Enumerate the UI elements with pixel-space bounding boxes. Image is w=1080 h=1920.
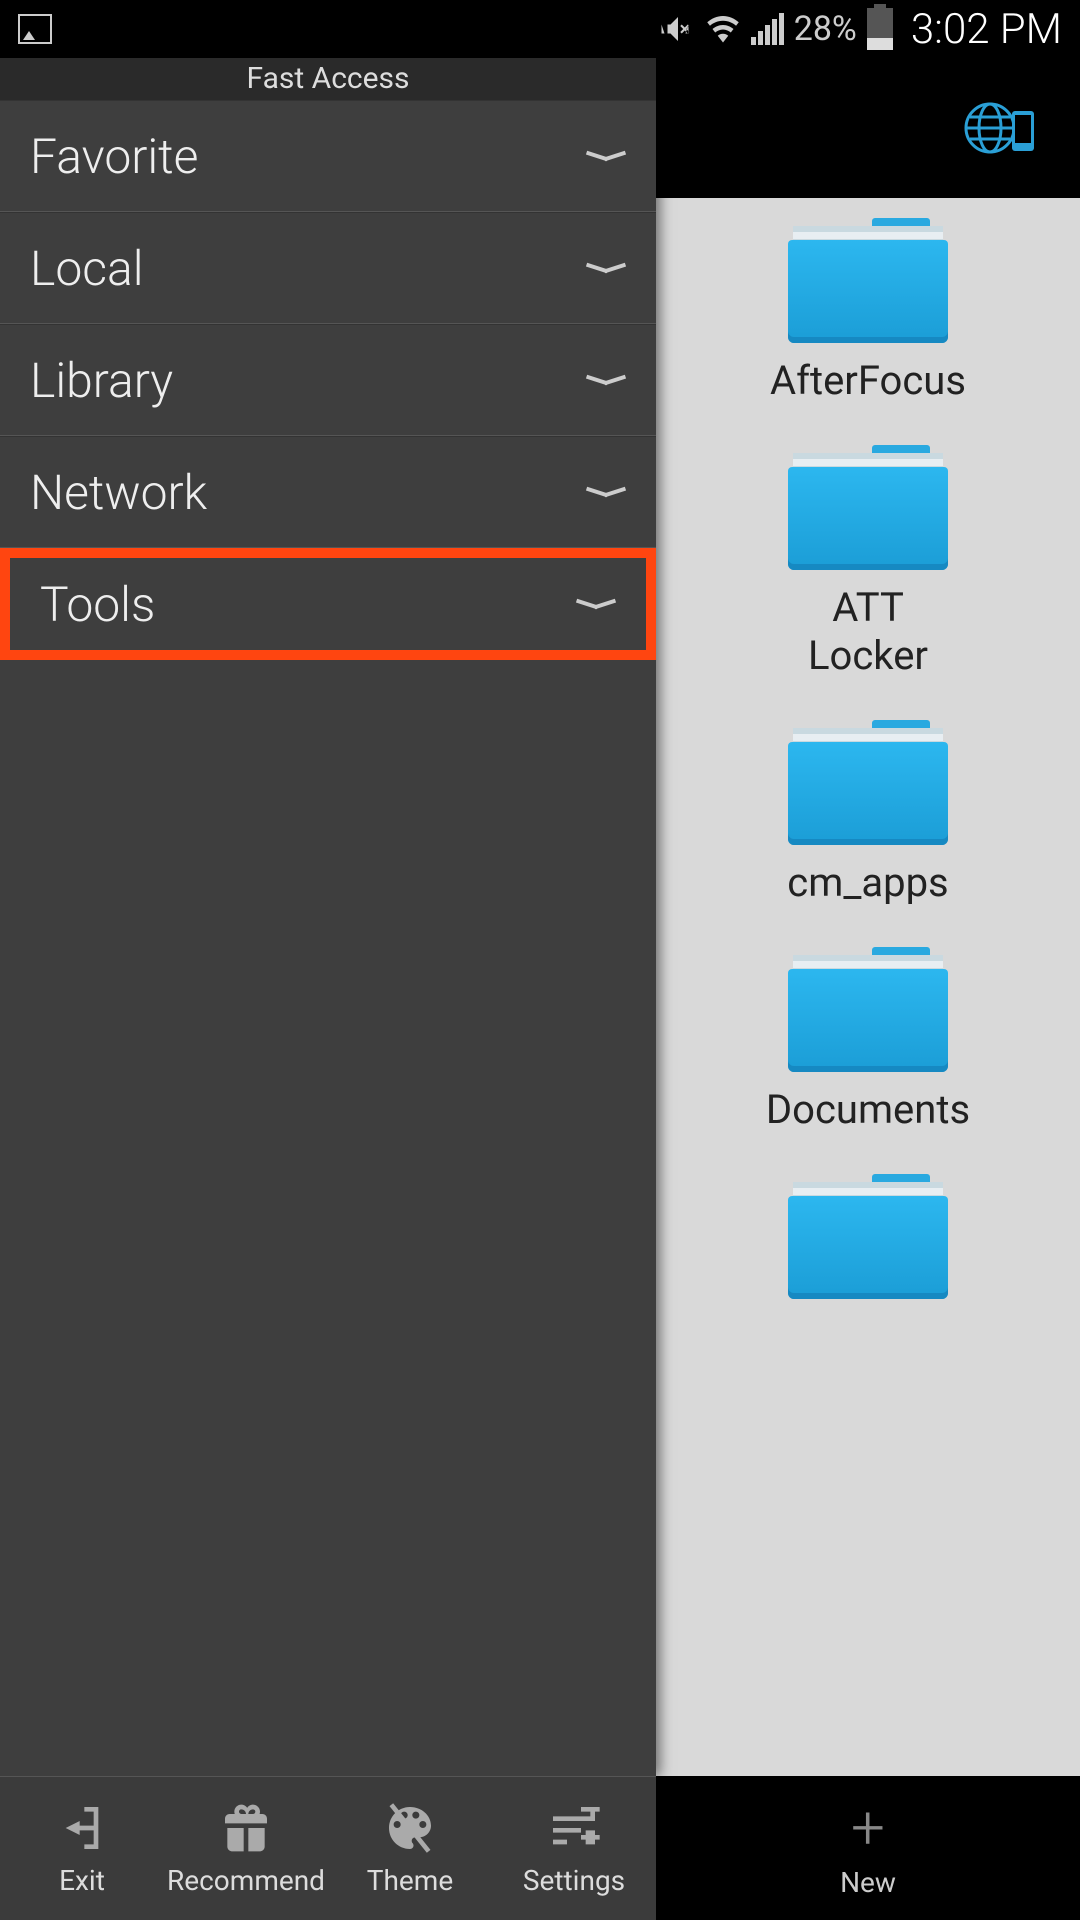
recommend-button[interactable]: Recommend <box>164 1777 328 1920</box>
status-time: 3:02 PM <box>911 5 1062 54</box>
drawer-item-local[interactable]: Local <box>0 212 656 324</box>
folder-item[interactable]: cm_apps <box>768 720 968 907</box>
exit-button[interactable]: Exit <box>0 1777 164 1920</box>
folder-item[interactable]: AfterFocus <box>768 218 968 405</box>
exit-icon <box>54 1800 110 1856</box>
bottom-btn-label: Exit <box>59 1864 105 1897</box>
bottom-btn-label: Settings <box>523 1864 625 1897</box>
folder-label: cm_apps <box>787 859 948 907</box>
status-bar: 28% 3:02 PM <box>0 0 1080 58</box>
drawer-item-tools[interactable]: Tools <box>0 548 656 660</box>
chevron-down-icon <box>586 485 626 499</box>
folder-item[interactable] <box>768 1174 968 1299</box>
folder-label: AfterFocus <box>770 357 966 405</box>
wifi-icon <box>705 11 741 47</box>
drawer-item-label: Local <box>30 240 143 297</box>
folder-label: Documents <box>766 1086 970 1134</box>
chevron-down-icon <box>586 261 626 275</box>
settings-button[interactable]: Settings <box>492 1777 656 1920</box>
drawer-item-library[interactable]: Library <box>0 324 656 436</box>
battery-icon <box>867 8 893 50</box>
chevron-down-icon <box>586 149 626 163</box>
chevron-down-icon <box>586 373 626 387</box>
cellular-signal-icon <box>751 13 784 45</box>
folder-label: ATT Locker <box>768 584 968 680</box>
vibration-mute-icon <box>655 11 695 47</box>
drawer-item-label: Library <box>30 352 173 409</box>
fast-access-drawer: Fast Access Favorite Local Library Netwo… <box>0 58 656 1776</box>
picture-icon <box>18 14 52 44</box>
sliders-icon <box>546 1800 602 1856</box>
bottom-btn-label: New <box>840 1866 896 1899</box>
drawer-title: Fast Access <box>0 58 656 100</box>
chevron-down-icon <box>576 597 616 611</box>
theme-button[interactable]: Theme <box>328 1777 492 1920</box>
folder-item[interactable]: ATT Locker <box>768 445 968 680</box>
plus-icon: + <box>851 1798 885 1858</box>
battery-percent: 28% <box>794 9 857 49</box>
folder-icon <box>788 947 948 1072</box>
drawer-item-label: Tools <box>40 576 155 633</box>
folder-icon <box>788 1174 948 1299</box>
folder-icon <box>788 218 948 343</box>
folder-icon <box>788 445 948 570</box>
drawer-item-label: Favorite <box>30 128 198 185</box>
globe-device-icon[interactable] <box>960 93 1040 163</box>
bottom-btn-label: Recommend <box>167 1864 325 1897</box>
new-button[interactable]: + New <box>656 1776 1080 1920</box>
folder-icon <box>788 720 948 845</box>
drawer-item-network[interactable]: Network <box>0 436 656 548</box>
drawer-item-label: Network <box>30 464 207 521</box>
bottom-btn-label: Theme <box>367 1864 453 1897</box>
gift-icon <box>218 1800 274 1856</box>
drawer-item-favorite[interactable]: Favorite <box>0 100 656 212</box>
folder-item[interactable]: Documents <box>768 947 968 1134</box>
bottom-bar: Exit Recommend Theme Settings + New <box>0 1776 1080 1920</box>
palette-icon <box>382 1800 438 1856</box>
